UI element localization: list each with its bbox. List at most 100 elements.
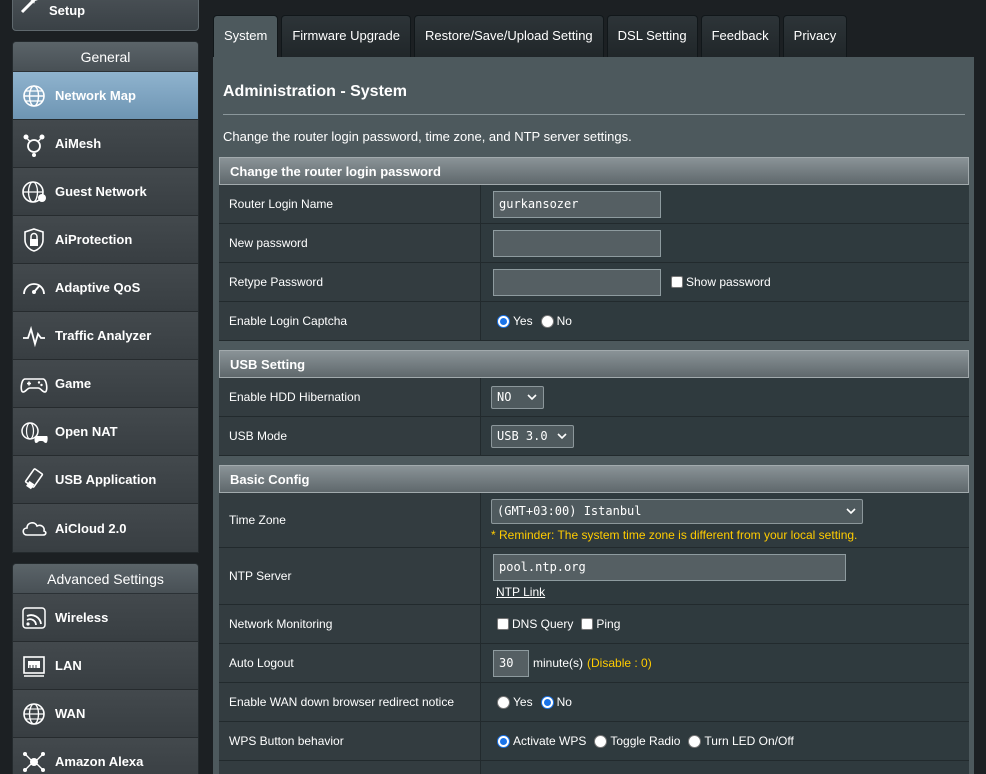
menu-item-label: Game xyxy=(55,376,92,391)
select-value: NO xyxy=(497,390,512,404)
time-zone-select[interactable]: (GMT+03:00) Istanbul xyxy=(491,498,863,524)
field-value xyxy=(481,761,969,774)
dns-query-checkbox[interactable] xyxy=(497,618,509,630)
ping-checkbox[interactable] xyxy=(581,618,594,630)
menu-item-label: Traffic Analyzer xyxy=(55,328,152,343)
radio-label: No xyxy=(556,314,572,328)
menu-item-lan[interactable]: LAN xyxy=(13,642,198,690)
login-name-input[interactable]: gurkansozer xyxy=(493,190,661,218)
field-label: Network Monitoring xyxy=(219,605,481,643)
alexa-icon xyxy=(19,747,49,774)
section-heading: Basic Config xyxy=(219,465,969,493)
menu-item-label: Wireless xyxy=(55,610,109,625)
field-label: Router Login Name xyxy=(219,185,481,223)
show-password-checkbox[interactable] xyxy=(671,276,683,288)
menu-item-aicloud[interactable]: AiCloud 2.0 xyxy=(13,504,198,552)
cloud-icon xyxy=(19,513,49,543)
wand-icon xyxy=(19,0,41,18)
menu-item-game[interactable]: Game xyxy=(13,360,198,408)
field-label: Enable HDD Hibernation xyxy=(219,378,481,416)
usb-icon xyxy=(19,465,49,495)
menu-item-traffic-analyzer[interactable]: Traffic Analyzer xyxy=(13,312,198,360)
select-value: (GMT+03:00) Istanbul xyxy=(497,504,642,518)
captcha-no-radio[interactable] xyxy=(540,314,554,328)
open-nat-icon xyxy=(19,417,49,447)
auto-logout-input[interactable]: 30 xyxy=(493,649,529,677)
menu-item-label: USB Application xyxy=(55,472,157,487)
general-menu-heading: General xyxy=(13,42,198,72)
menu-item-label: Open NAT xyxy=(55,424,118,439)
menu-item-open-nat[interactable]: Open NAT xyxy=(13,408,198,456)
menu-item-label: Amazon Alexa xyxy=(55,754,144,769)
field-label xyxy=(219,761,481,774)
title-divider xyxy=(223,114,965,115)
pulse-icon xyxy=(19,321,49,351)
speedometer-icon xyxy=(19,273,49,303)
basic-config-section: Basic Config Time Zone (GMT+03:00) Istan… xyxy=(219,465,969,774)
next-setting-row xyxy=(219,761,969,774)
radio-label: No xyxy=(556,695,572,709)
tab-feedback[interactable]: Feedback xyxy=(700,15,780,58)
retype-password-input[interactable] xyxy=(493,268,661,296)
page-title: Administration - System xyxy=(223,83,408,100)
chevron-down-icon xyxy=(556,430,568,442)
login-password-section: Change the router login password Router … xyxy=(219,157,969,341)
menu-item-wireless[interactable]: Wireless xyxy=(13,594,198,642)
menu-item-wan[interactable]: WAN xyxy=(13,690,198,738)
captcha-yes-radio[interactable] xyxy=(497,314,510,328)
ntp-link[interactable]: NTP Link xyxy=(496,585,545,599)
checkbox-label: DNS Query xyxy=(512,617,574,631)
tab-restore-save-upload[interactable]: Restore/Save/Upload Setting xyxy=(414,15,604,58)
wan-notice-yes-radio[interactable] xyxy=(497,695,510,709)
field-label: Enable Login Captcha xyxy=(219,302,481,340)
main-panel: Administration - System Change the route… xyxy=(213,57,974,774)
field-label: New password xyxy=(219,224,481,262)
radio-label: Yes xyxy=(513,314,533,328)
tab-privacy[interactable]: Privacy xyxy=(782,15,848,58)
radio-label: Toggle Radio xyxy=(610,734,681,748)
field-label: Enable WAN down browser redirect notice xyxy=(219,683,481,721)
field-label: Auto Logout xyxy=(219,644,481,682)
captcha-row: Enable Login Captcha Yes No xyxy=(219,302,969,341)
menu-item-network-map[interactable]: Network Map xyxy=(13,72,198,120)
menu-item-usb-application[interactable]: USB Application xyxy=(13,456,198,504)
time-zone-row: Time Zone (GMT+03:00) Istanbul * Reminde… xyxy=(219,493,969,548)
radio-label: Yes xyxy=(513,695,533,709)
tab-dsl-setting[interactable]: DSL Setting xyxy=(606,15,698,58)
ntp-server-row: NTP Server pool.ntp.org NTP Link xyxy=(219,548,969,605)
quick-setup-item[interactable]: Setup xyxy=(12,0,199,31)
menu-item-aimesh[interactable]: AiMesh xyxy=(13,120,198,168)
ntp-server-input[interactable]: pool.ntp.org xyxy=(493,553,846,581)
radio-label: Turn LED On/Off xyxy=(704,734,794,748)
usb-mode-row: USB Mode USB 3.0 xyxy=(219,417,969,456)
tab-firmware-upgrade[interactable]: Firmware Upgrade xyxy=(281,15,411,58)
menu-item-amazon-alexa[interactable]: Amazon Alexa xyxy=(13,738,198,774)
section-heading: USB Setting xyxy=(219,350,969,378)
menu-item-label: AiProtection xyxy=(55,232,133,247)
new-password-input[interactable] xyxy=(493,229,661,257)
usb-mode-select[interactable]: USB 3.0 xyxy=(491,424,574,448)
menu-item-label: LAN xyxy=(55,658,82,673)
general-menu: General Network Map AiMesh Guest Network… xyxy=(12,41,199,553)
retype-password-row: Retype Password Show password xyxy=(219,263,969,302)
time-zone-reminder: * Reminder: The system time zone is diff… xyxy=(491,527,858,542)
menu-item-adaptive-qos[interactable]: Adaptive QoS xyxy=(13,264,198,312)
checkbox-label: Ping xyxy=(596,617,621,631)
chevron-down-icon xyxy=(845,505,857,517)
wps-activate-radio[interactable] xyxy=(497,734,510,748)
menu-item-aiprotection[interactable]: AiProtection xyxy=(13,216,198,264)
hdd-hibernation-select[interactable]: NO xyxy=(491,385,544,409)
radio-label: Activate WPS xyxy=(513,734,587,748)
field-label: USB Mode xyxy=(219,417,481,455)
globe-icon xyxy=(19,81,49,111)
network-monitoring-row: Network Monitoring DNS Query Ping xyxy=(219,605,969,644)
field-label: WPS Button behavior xyxy=(219,722,481,760)
wan-notice-no-radio[interactable] xyxy=(540,695,554,709)
wps-toggle-radio[interactable] xyxy=(594,734,608,748)
chevron-down-icon xyxy=(526,391,538,403)
menu-item-label: AiCloud 2.0 xyxy=(55,520,127,536)
wps-led-radio[interactable] xyxy=(688,734,702,748)
auto-logout-hint: (Disable : 0) xyxy=(587,656,652,670)
menu-item-guest-network[interactable]: Guest Network xyxy=(13,168,198,216)
tab-system[interactable]: System xyxy=(213,15,279,58)
